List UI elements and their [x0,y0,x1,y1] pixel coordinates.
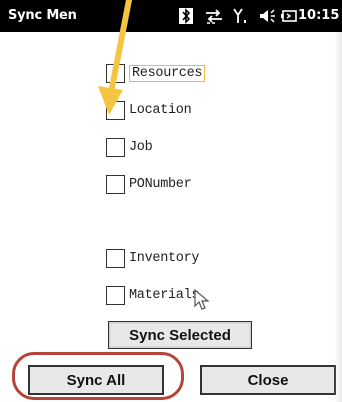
checkbox-label: Resources [129,64,206,82]
checkbox-box[interactable] [106,174,125,194]
data-transfer-icon [204,6,224,26]
status-bar: Sync Men 10:15 [0,0,342,32]
checkbox-box[interactable] [106,100,125,120]
checkbox-box[interactable] [106,63,125,83]
signal-icon [232,6,250,26]
checkbox-materials[interactable]: Materials [106,284,200,306]
window-title: Sync Men [8,8,77,23]
checkbox-resources[interactable]: Resources [106,62,206,84]
volume-icon [258,6,278,26]
sync-selected-button[interactable]: Sync Selected [108,321,252,349]
checkbox-label: Inventory [129,250,200,266]
checkbox-box[interactable] [106,285,125,305]
highlight-ring [12,352,184,400]
checkbox-label: PONumber [129,176,192,192]
checkbox-box[interactable] [106,137,125,157]
bluetooth-icon [178,6,194,26]
clock-time: 10:15 [298,8,340,23]
checkbox-box[interactable] [106,248,125,268]
checkbox-location[interactable]: Location [106,99,192,121]
close-button[interactable]: Close [200,365,336,395]
right-edge-shadow [334,32,342,402]
checkbox-ponumber[interactable]: PONumber [106,173,192,195]
battery-icon [280,6,298,26]
checkbox-label: Job [129,139,153,155]
checkbox-job[interactable]: Job [106,136,153,158]
checkbox-label: Location [129,102,192,118]
mouse-cursor-icon [194,288,210,310]
checkbox-label: Materials [129,287,200,303]
sync-menu-screen: Sync Men 10:15 Resources Location Job PO… [0,0,342,402]
checkbox-inventory[interactable]: Inventory [106,247,200,269]
